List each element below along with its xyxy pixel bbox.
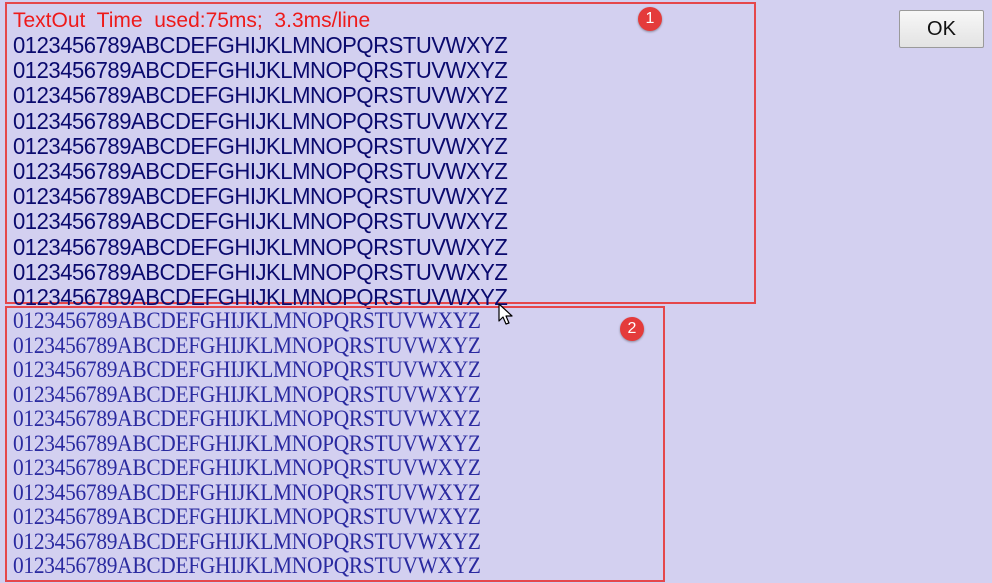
annotation-badge-1: 1 (638, 7, 662, 31)
serif-text-line: 0123456789ABCDEFGHIJKLMNOPQRSTUVWXYZ (13, 381, 481, 407)
serif-text-line: 0123456789ABCDEFGHIJKLMNOPQRSTUVWXYZ (13, 504, 481, 529)
serif-text-line: 0123456789ABCDEFGHIJKLMNOPQRSTUVWXYZ (13, 455, 481, 480)
sans-text-line: 0123456789ABCDEFGHIJKLMNOPQRSTUVWXYZ (13, 208, 508, 235)
sans-text-line: 0123456789ABCDEFGHIJKLMNOPQRSTUVWXYZ (13, 258, 508, 285)
serif-text-line: 0123456789ABCDEFGHIJKLMNOPQRSTUVWXYZ (13, 553, 481, 578)
sans-text-line: 0123456789ABCDEFGHIJKLMNOPQRSTUVWXYZ (13, 32, 508, 58)
serif-text-line: 0123456789ABCDEFGHIJKLMNOPQRSTUVWXYZ (13, 406, 481, 431)
sans-text-line: 0123456789ABCDEFGHIJKLMNOPQRSTUVWXYZ (13, 183, 508, 210)
mouse-pointer-icon (498, 303, 513, 325)
ok-button[interactable]: OK (899, 10, 984, 48)
serif-text-line: 0123456789ABCDEFGHIJKLMNOPQRSTUVWXYZ (13, 332, 481, 358)
sans-text-line: 0123456789ABCDEFGHIJKLMNOPQRSTUVWXYZ (13, 233, 508, 260)
annotation-badge-2: 2 (620, 317, 644, 341)
sans-text-line: 0123456789ABCDEFGHIJKLMNOPQRSTUVWXYZ (13, 57, 508, 84)
timing-title: TextOut Time used:75ms; 3.3ms/line (13, 9, 371, 32)
sans-text-line: 0123456789ABCDEFGHIJKLMNOPQRSTUVWXYZ (13, 158, 508, 185)
serif-text-lines: 0123456789ABCDEFGHIJKLMNOPQRSTUVWXYZ 012… (13, 308, 516, 579)
serif-text-line: 0123456789ABCDEFGHIJKLMNOPQRSTUVWXYZ (13, 430, 481, 456)
sans-text-lines: TextOut Time used:75ms; 3.3ms/line 01234… (13, 9, 528, 310)
textout-serif-panel: 0123456789ABCDEFGHIJKLMNOPQRSTUVWXYZ 012… (5, 306, 665, 582)
sans-text-line: 0123456789ABCDEFGHIJKLMNOPQRSTUVWXYZ (13, 132, 508, 159)
sans-text-line: 0123456789ABCDEFGHIJKLMNOPQRSTUVWXYZ (13, 107, 508, 134)
sans-text-line: 0123456789ABCDEFGHIJKLMNOPQRSTUVWXYZ (13, 82, 508, 109)
serif-text-line: 0123456789ABCDEFGHIJKLMNOPQRSTUVWXYZ (13, 479, 481, 505)
serif-text-line: 0123456789ABCDEFGHIJKLMNOPQRSTUVWXYZ (13, 528, 481, 554)
serif-text-line: 0123456789ABCDEFGHIJKLMNOPQRSTUVWXYZ (13, 357, 481, 382)
serif-text-line: 0123456789ABCDEFGHIJKLMNOPQRSTUVWXYZ (13, 308, 481, 333)
textout-sans-panel: TextOut Time used:75ms; 3.3ms/line 01234… (5, 2, 756, 310)
